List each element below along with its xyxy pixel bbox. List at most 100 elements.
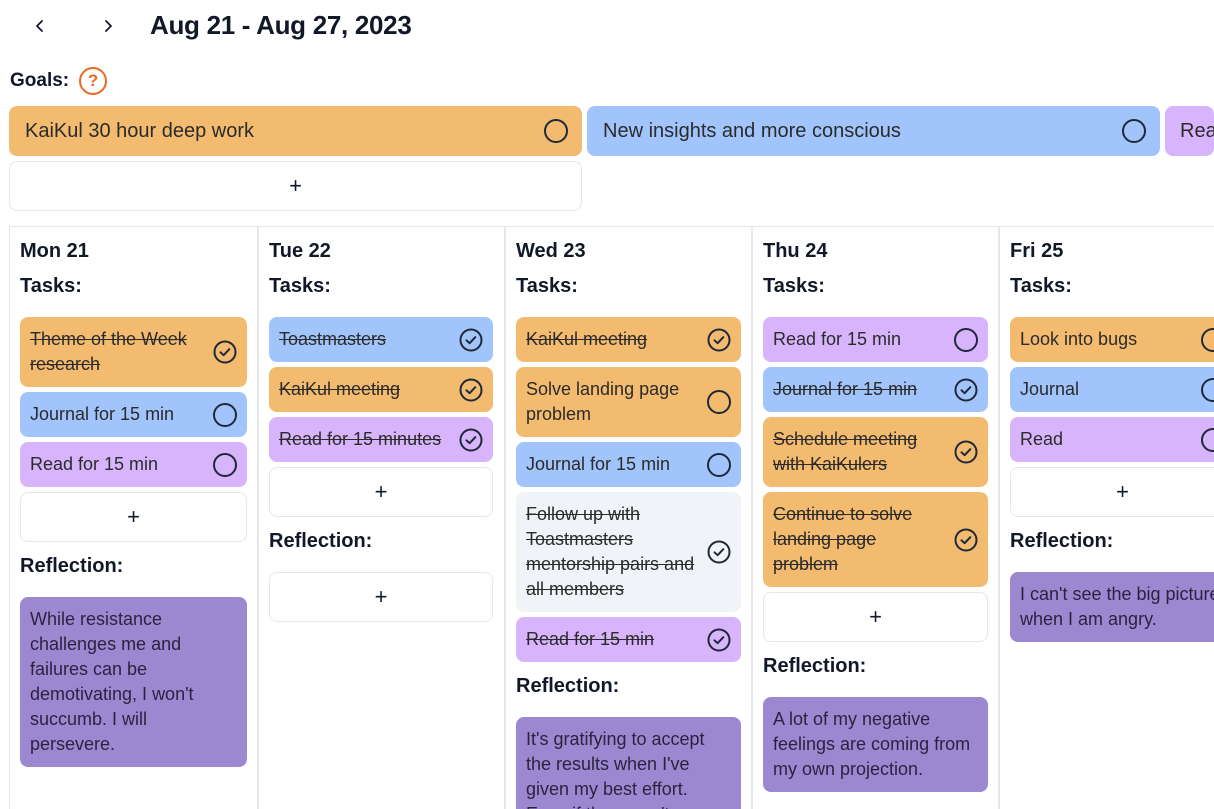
task-card[interactable]: Theme of the Week research — [20, 317, 247, 387]
task-card[interactable]: Journal for 15 min — [763, 367, 988, 412]
task-text: Solve landing page problem — [526, 379, 680, 424]
task-text: Read for 15 minutes — [279, 429, 442, 449]
goal-text: New insights and more conscious — [603, 119, 901, 142]
goal-text: KaiKul 30 hour deep work — [25, 119, 255, 142]
check-circle-icon[interactable] — [707, 328, 731, 352]
reflection-card[interactable]: While resistance challenges me and failu… — [20, 597, 247, 767]
circle-icon[interactable] — [213, 452, 237, 477]
circle-icon[interactable] — [1201, 377, 1214, 402]
check-circle-icon[interactable] — [954, 440, 978, 464]
check-circle-icon[interactable] — [707, 540, 731, 564]
goal-card[interactable]: KaiKul 30 hour deep work — [9, 106, 582, 156]
goal-text: Rea — [1180, 119, 1214, 142]
task-text: Journal for 15 min — [773, 379, 918, 399]
task-card[interactable]: Toastmasters — [269, 317, 493, 362]
week-header: Aug 21 - Aug 27, 2023 — [0, 0, 1214, 52]
circle-icon[interactable] — [954, 327, 978, 352]
tasks-label: Tasks: — [763, 275, 825, 297]
reflection-label: Reflection: — [763, 655, 867, 677]
circle-icon[interactable] — [213, 402, 237, 427]
circle-icon[interactable] — [1122, 119, 1146, 143]
day-column-wed: Wed 23 Tasks: KaiKul meeting Solve landi… — [506, 226, 753, 809]
task-card[interactable]: KaiKul meeting — [516, 317, 741, 362]
task-card[interactable]: Read for 15 min — [20, 442, 247, 487]
task-text: Theme of the Week research — [30, 329, 187, 374]
reflection-label: Reflection: — [516, 675, 620, 697]
goals-header: Goals: ? — [10, 66, 108, 96]
task-text: Read — [1020, 429, 1064, 449]
add-task-button[interactable]: + — [1010, 467, 1214, 517]
circle-icon[interactable] — [707, 452, 731, 477]
day-title: Mon 21 — [20, 240, 89, 262]
tasks-label: Tasks: — [516, 275, 578, 297]
add-task-button[interactable]: + — [20, 492, 247, 542]
tasks-label: Tasks: — [1010, 275, 1072, 297]
task-card[interactable]: Read for 15 min — [516, 617, 741, 662]
goal-card[interactable]: New insights and more conscious — [587, 106, 1160, 156]
task-card[interactable]: Journal — [1010, 367, 1214, 412]
task-text: KaiKul meeting — [526, 329, 648, 349]
reflection-card[interactable]: I can't see the big picture when I am an… — [1010, 572, 1214, 642]
date-range-title: Aug 21 - Aug 27, 2023 — [150, 10, 412, 40]
task-card[interactable]: Look into bugs — [1010, 317, 1214, 362]
help-icon[interactable]: ? — [79, 67, 108, 95]
check-circle-icon[interactable] — [954, 528, 978, 552]
task-card[interactable]: Read — [1010, 417, 1214, 462]
day-column-fri: Fri 25 Tasks: Look into bugs Journal Rea… — [1000, 226, 1214, 809]
check-circle-icon[interactable] — [954, 378, 978, 402]
check-circle-icon[interactable] — [459, 328, 483, 352]
task-text: KaiKul meeting — [279, 379, 401, 399]
reflection-card[interactable]: A lot of my negative feelings are coming… — [763, 697, 988, 792]
reflection-card[interactable]: It's gratifying to accept the results wh… — [516, 717, 741, 809]
chevron-right-icon — [105, 20, 112, 32]
task-card[interactable]: Follow up with Toastmasters mentorship p… — [516, 492, 741, 612]
tasks-label: Tasks: — [269, 275, 331, 297]
task-text: Read for 15 min — [526, 629, 655, 649]
day-title: Thu 24 — [763, 240, 828, 262]
tasks-label: Tasks: — [20, 275, 82, 297]
day-title: Fri 25 — [1010, 240, 1064, 262]
circle-icon[interactable] — [707, 390, 731, 414]
task-text: Read for 15 min — [30, 454, 159, 474]
task-card[interactable]: Read for 15 minutes — [269, 417, 493, 462]
circle-icon[interactable] — [1201, 327, 1214, 352]
task-card[interactable]: Continue to solve landing page problem — [763, 492, 988, 587]
day-column-mon: Mon 21 Tasks: Theme of the Week research… — [10, 226, 259, 809]
task-card[interactable]: Read for 15 min — [763, 317, 988, 362]
task-card[interactable]: Solve landing page problem — [516, 367, 741, 437]
task-text: Look into bugs — [1020, 329, 1138, 349]
task-text: Journal — [1020, 379, 1080, 399]
task-text: Continue to solve landing page problem — [773, 504, 913, 574]
reflection-label: Reflection: — [1010, 530, 1114, 552]
next-week-button[interactable] — [92, 10, 124, 42]
goals-label: Goals: — [10, 70, 70, 91]
prev-week-button[interactable] — [24, 10, 56, 42]
task-text: Read for 15 min — [773, 329, 902, 349]
task-text: Journal for 15 min — [526, 454, 671, 474]
task-text: Toastmasters — [279, 329, 387, 349]
task-text: Journal for 15 min — [30, 404, 175, 424]
chevron-left-icon — [36, 20, 43, 32]
reflection-label: Reflection: — [269, 530, 373, 552]
circle-icon[interactable] — [1201, 427, 1214, 452]
task-text: Follow up with Toastmasters mentorship p… — [526, 504, 695, 599]
add-reflection-button[interactable]: + — [269, 572, 493, 622]
task-text: Schedule meeting with KaiKulers — [773, 429, 918, 474]
add-goal-button[interactable]: + — [9, 161, 582, 211]
check-circle-icon[interactable] — [707, 628, 731, 652]
task-card[interactable]: Journal for 15 min — [20, 392, 247, 437]
day-title: Tue 22 — [269, 240, 331, 262]
day-column-tue: Tue 22 Tasks: Toastmasters KaiKul meetin… — [259, 226, 506, 809]
task-card[interactable]: Journal for 15 min — [516, 442, 741, 487]
check-circle-icon[interactable] — [213, 340, 237, 364]
check-circle-icon[interactable] — [459, 378, 483, 402]
task-card[interactable]: Schedule meeting with KaiKulers — [763, 417, 988, 487]
add-task-button[interactable]: + — [269, 467, 493, 517]
circle-icon[interactable] — [544, 119, 568, 143]
add-task-button[interactable]: + — [763, 592, 988, 642]
check-circle-icon[interactable] — [459, 428, 483, 452]
day-column-thu: Thu 24 Tasks: Read for 15 min Journal fo… — [753, 226, 1000, 809]
task-card[interactable]: KaiKul meeting — [269, 367, 493, 412]
day-title: Wed 23 — [516, 240, 586, 262]
goal-card[interactable]: Rea — [1165, 106, 1214, 156]
